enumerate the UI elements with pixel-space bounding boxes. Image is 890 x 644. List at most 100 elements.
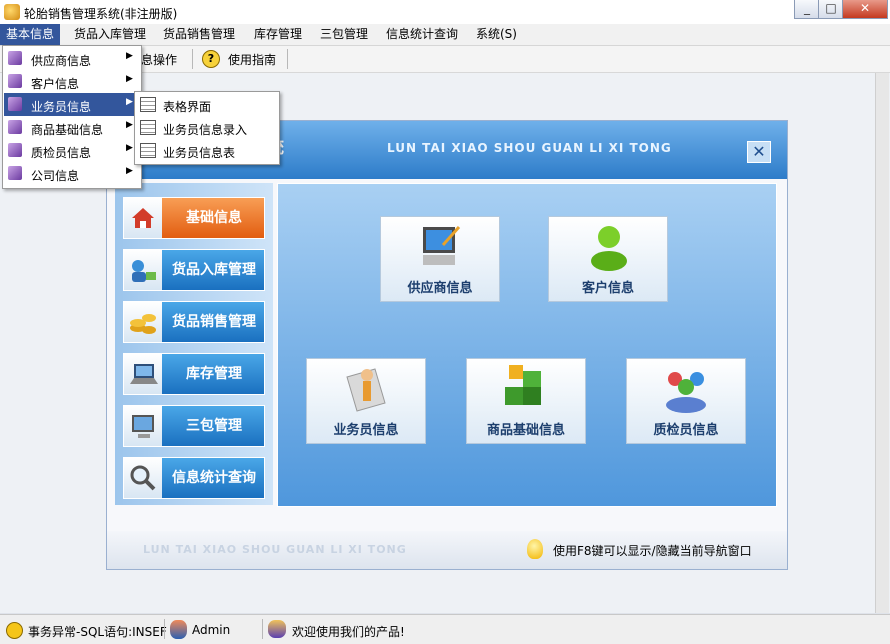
monitor-icon: [124, 406, 162, 446]
close-button[interactable]: ✕: [842, 0, 888, 19]
submenu-item-label: 业务员信息录入: [163, 123, 248, 137]
banner-subtitle: LUN TAI XIAO SHOU GUAN LI XI TONG: [387, 141, 672, 155]
dropdown-item-inspector[interactable]: 质检员信息 ▶: [4, 139, 140, 162]
nav-button-warranty[interactable]: 三包管理: [123, 405, 265, 447]
help-icon[interactable]: ?: [202, 50, 220, 68]
toolbar-ops-button[interactable]: 息操作: [141, 51, 177, 68]
tile-label: 质检员信息: [653, 423, 719, 438]
chevron-right-icon: ▶: [126, 166, 133, 176]
nav-button-stock-in[interactable]: 货品入库管理: [123, 249, 265, 291]
grid-icon: [140, 97, 156, 112]
nav-button-sales[interactable]: 货品销售管理: [123, 301, 265, 343]
tile-inspector[interactable]: 质检员信息: [626, 358, 746, 444]
chevron-right-icon: ▶: [126, 74, 133, 84]
user-icon: [170, 620, 187, 639]
submenu-item-table[interactable]: 业务员信息表: [136, 139, 278, 162]
app-icon: [4, 4, 20, 20]
menu-item-icon: [8, 51, 22, 65]
navigation-window: 统 LUN TAI XIAO SHOU GUAN LI XI TONG ✕ 基础…: [106, 120, 788, 570]
vertical-scrollbar[interactable]: [875, 73, 889, 613]
dropdown-item-customer[interactable]: 客户信息 ▶: [4, 70, 140, 93]
maximize-button[interactable]: □: [818, 0, 844, 19]
dropdown-item-label: 商品基础信息: [31, 123, 104, 137]
menu-item-icon: [8, 74, 22, 88]
group-icon: [666, 372, 706, 413]
menu-item-icon: [8, 120, 22, 134]
nav-button-inventory[interactable]: 库存管理: [123, 353, 265, 395]
basic-info-dropdown: 供应商信息 ▶ 客户信息 ▶ 业务员信息 ▶ 商品基础信息 ▶ 质检员信息 ▶ …: [2, 45, 142, 189]
stock-in-icon: [124, 250, 162, 290]
dropdown-item-label: 客户信息: [31, 77, 80, 91]
nav-label: 货品入库管理: [172, 262, 256, 278]
tile-supplier[interactable]: 供应商信息: [380, 216, 500, 302]
nav-label: 信息统计查询: [172, 470, 256, 486]
menu-basic-info[interactable]: 基本信息: [0, 24, 61, 45]
tile-label: 供应商信息: [407, 281, 473, 296]
submenu-item-grid[interactable]: 表格界面: [136, 93, 278, 116]
submenu-item-label: 表格界面: [163, 100, 212, 114]
dropdown-item-label: 供应商信息: [31, 54, 92, 68]
nav-label: 货品销售管理: [172, 314, 256, 330]
submenu-item-label: 业务员信息表: [163, 146, 236, 160]
menu-item-icon: [8, 143, 22, 157]
submenu-item-entry[interactable]: 业务员信息录入: [136, 116, 278, 139]
nav-label: 库存管理: [186, 366, 242, 382]
nav-label: 基础信息: [186, 210, 242, 226]
menu-bar: 基本信息 货品入库管理 货品销售管理 库存管理 三包管理 信息统计查询 系统(S…: [0, 24, 890, 46]
laptop-icon: [124, 354, 162, 394]
status-separator: [164, 619, 165, 639]
footer-tip: 使用F8键可以显示/隐藏当前导航窗口: [553, 544, 752, 558]
toolbar-separator: [192, 49, 193, 69]
dropdown-item-product-basic[interactable]: 商品基础信息 ▶: [4, 116, 140, 139]
chevron-right-icon: ▶: [126, 97, 133, 107]
users-icon: [268, 620, 286, 638]
menu-statistics[interactable]: 信息统计查询: [380, 24, 464, 45]
user-icon: [591, 226, 627, 271]
dropdown-item-label: 业务员信息: [31, 100, 92, 114]
document-person-icon: [346, 368, 386, 412]
title-bar: 轮胎销售管理系统(非注册版) _ □ ✕: [0, 0, 890, 25]
minimize-button[interactable]: _: [794, 0, 820, 19]
chevron-right-icon: ▶: [126, 51, 133, 61]
form-icon: [140, 120, 156, 135]
status-separator: [262, 619, 263, 639]
bulb-icon: [527, 539, 543, 559]
tile-label: 业务员信息: [333, 423, 399, 438]
window-title: 轮胎销售管理系统(非注册版): [24, 7, 178, 21]
warning-icon: [6, 622, 23, 639]
magnifier-icon: [124, 458, 162, 498]
tile-salesperson[interactable]: 业务员信息: [306, 358, 426, 444]
nav-button-statistics[interactable]: 信息统计查询: [123, 457, 265, 499]
menu-item-icon: [8, 97, 22, 111]
close-icon[interactable]: ✕: [747, 141, 771, 163]
menu-item-icon: [8, 166, 22, 180]
dropdown-item-company[interactable]: 公司信息 ▶: [4, 162, 140, 185]
blocks-icon: [505, 365, 541, 405]
tile-label: 商品基础信息: [486, 423, 565, 438]
dropdown-item-label: 质检员信息: [31, 146, 92, 160]
dropdown-item-label: 公司信息: [31, 169, 80, 183]
dropdown-item-salesperson[interactable]: 业务员信息 ▶: [4, 93, 140, 116]
nav-button-basic-info[interactable]: 基础信息: [123, 197, 265, 239]
coins-icon: [124, 302, 162, 342]
nav-label: 三包管理: [186, 418, 242, 434]
home-icon: [124, 198, 162, 238]
menu-system[interactable]: 系统(S): [470, 24, 523, 45]
tile-customer[interactable]: 客户信息: [548, 216, 668, 302]
tile-product-basic[interactable]: 商品基础信息: [466, 358, 586, 444]
menu-inventory[interactable]: 库存管理: [248, 24, 308, 45]
footer-watermark: LUN TAI XIAO SHOU GUAN LI XI TONG: [143, 543, 407, 556]
status-welcome: 欢迎使用我们的产品!: [292, 625, 405, 639]
menu-stock-in[interactable]: 货品入库管理: [68, 24, 152, 45]
status-error-text: 事务异常-SQL语句:INSEF: [28, 625, 167, 639]
chevron-right-icon: ▶: [126, 143, 133, 153]
menu-warranty[interactable]: 三包管理: [314, 24, 374, 45]
navigation-footer: LUN TAI XIAO SHOU GUAN LI XI TONG 使用F8键可…: [107, 531, 787, 569]
module-panel: 供应商信息 客户信息 业务员信息 商品基础信息 质检员信息: [277, 183, 777, 507]
status-bar: 事务异常-SQL语句:INSEF Admin 欢迎使用我们的产品!: [0, 614, 890, 644]
dropdown-item-supplier[interactable]: 供应商信息 ▶: [4, 47, 140, 70]
nav-panel: 基础信息 货品入库管理 货品销售管理 库存管理 三包管理 信息统计查询: [115, 183, 273, 505]
computer-icon: [423, 226, 461, 265]
toolbar-help-button[interactable]: 使用指南: [228, 51, 276, 68]
menu-sales[interactable]: 货品销售管理: [157, 24, 241, 45]
